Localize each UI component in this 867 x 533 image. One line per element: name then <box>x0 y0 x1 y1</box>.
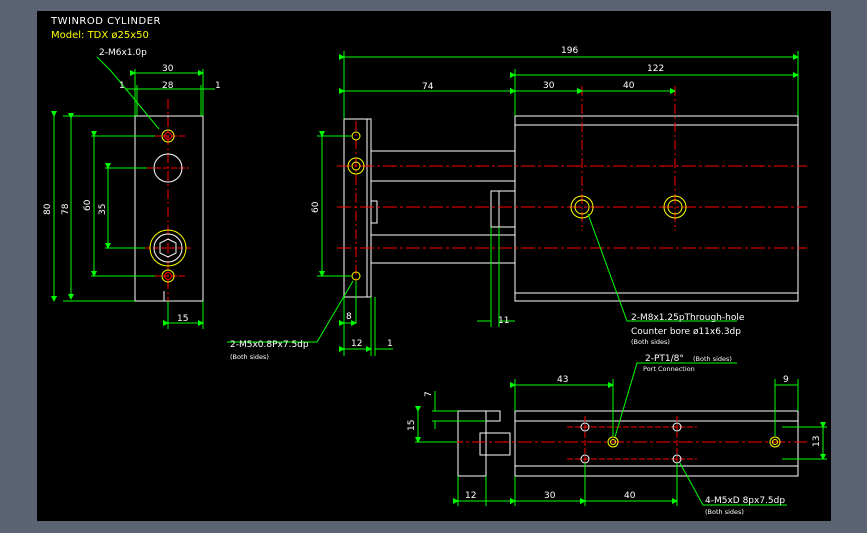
dim-13: 13 <box>812 436 822 447</box>
port-note-sub: (Both sides) <box>693 355 732 363</box>
m5-tap-note-sub: (Both sides) <box>230 353 269 361</box>
dim-15: 15 <box>177 314 188 324</box>
dim-8: 8 <box>346 312 352 322</box>
dim-30: 30 <box>162 64 174 74</box>
cad-drawing-area[interactable]: TWINROD CYLINDER Model: TDX ø25x50 30 28… <box>37 11 831 521</box>
dim-40: 40 <box>624 491 636 501</box>
drawing-title: TWINROD CYLINDER <box>50 16 161 27</box>
m5-tap-note: 2-M5x0.8Px7.5dp <box>230 340 309 350</box>
dim-74: 74 <box>422 82 434 92</box>
cad-drawing-svg: TWINROD CYLINDER Model: TDX ø25x50 30 28… <box>43 16 827 516</box>
dim-43: 43 <box>557 375 568 385</box>
dim-35: 35 <box>98 204 108 215</box>
dim-40: 40 <box>623 81 635 91</box>
dim-28: 28 <box>162 81 174 91</box>
dim-1-right: 1 <box>215 81 221 91</box>
port-connection-label: Port Connection <box>643 365 695 373</box>
dim-12: 12 <box>465 491 476 501</box>
bottom-view: 43 9 7 15 13 12 30 40 2-PT1/8° (Both sid… <box>407 354 827 516</box>
dim-78: 78 <box>61 203 71 215</box>
dim-7: 7 <box>424 391 434 397</box>
model-label: Model: TDX ø25x50 <box>51 30 149 41</box>
dim-80: 80 <box>43 203 53 215</box>
m6-thread-note: 2-M6x1.0p <box>99 48 147 58</box>
dim-30: 30 <box>544 491 556 501</box>
dim-15: 15 <box>407 420 417 431</box>
port-note: 2-PT1/8° <box>645 354 684 364</box>
left-end-view: 30 28 1 1 80 78 60 35 15 2-M6x1.0p <box>43 48 221 329</box>
dim-122: 122 <box>647 64 664 74</box>
dim-11: 11 <box>498 316 509 326</box>
dim-196: 196 <box>561 46 578 56</box>
dim-9: 9 <box>783 375 789 385</box>
m5-tap-note: 4-M5xD 8px7.5dp <box>705 496 785 506</box>
dim-1: 1 <box>387 339 393 349</box>
front-view: 196 122 74 30 40 60 8 12 1 11 2-M5x0.8Px… <box>227 46 807 361</box>
dim-60: 60 <box>311 201 321 213</box>
dim-60: 60 <box>83 199 93 211</box>
dim-1-left: 1 <box>119 81 125 91</box>
m8-through-hole-note: 2-M8x1.25pThrough-hole <box>631 313 745 323</box>
counterbore-note-sub: (Both sides) <box>631 338 670 346</box>
m5-tap-note-sub: (Both sides) <box>705 508 744 516</box>
dim-12: 12 <box>351 339 362 349</box>
counterbore-note: Counter bore ø11x6.3dp <box>631 327 741 337</box>
dim-30: 30 <box>543 81 555 91</box>
